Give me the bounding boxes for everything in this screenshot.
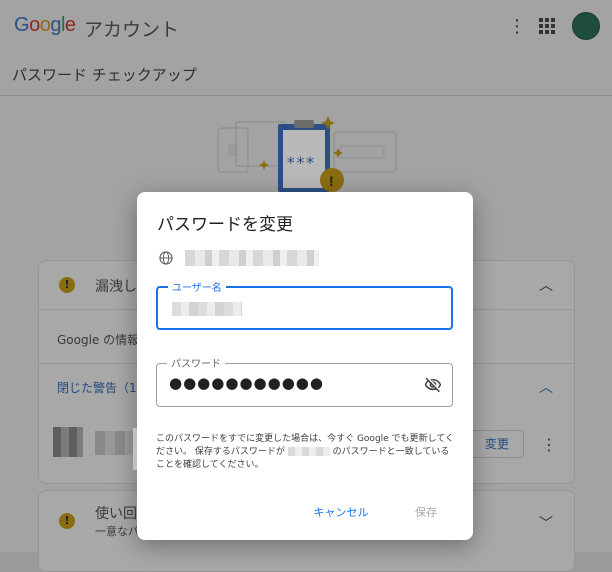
change-password-dialog: パスワードを変更 ユーザー名 パスワード ●●●●●●●●●●● このパスワード… bbox=[137, 192, 473, 540]
password-value: ●●●●●●●●●●● bbox=[169, 374, 324, 392]
redacted-site bbox=[287, 447, 330, 456]
more-vert-icon[interactable]: ⋮ bbox=[508, 16, 526, 38]
svg-text:!: ! bbox=[329, 173, 334, 189]
dialog-title: パスワードを変更 bbox=[157, 215, 293, 235]
cancel-button[interactable]: キャンセル bbox=[306, 502, 376, 524]
more-vert-icon[interactable]: ⋮ bbox=[541, 435, 557, 454]
globe-icon bbox=[159, 251, 173, 265]
save-button[interactable]: 保存 bbox=[403, 502, 449, 524]
apps-grid-icon[interactable] bbox=[539, 18, 555, 34]
username-label: ユーザー名 bbox=[168, 279, 226, 294]
chevron-down-icon[interactable]: ﹀ bbox=[539, 513, 553, 533]
visibility-off-icon[interactable] bbox=[424, 376, 442, 394]
checkup-illustration: *** ! bbox=[217, 116, 397, 192]
avatar[interactable] bbox=[572, 12, 600, 40]
chevron-up-icon[interactable]: ︿ bbox=[539, 275, 553, 295]
google-logo[interactable]: Google bbox=[14, 14, 76, 37]
password-field[interactable]: パスワード ●●●●●●●●●●● bbox=[156, 355, 453, 407]
warning-icon: ! bbox=[59, 513, 75, 529]
account-label: アカウント bbox=[84, 19, 180, 41]
warning-icon: ! bbox=[59, 277, 75, 293]
card-subtitle: 一意なパ bbox=[95, 525, 139, 538]
password-label: パスワード bbox=[167, 355, 225, 370]
username-value bbox=[172, 302, 242, 316]
chevron-up-icon[interactable]: ︿ bbox=[539, 377, 553, 397]
card-title: 使い回 bbox=[95, 506, 137, 522]
top-app-bar: Google アカウント ⋮ bbox=[0, 0, 612, 54]
username-field[interactable]: ユーザー名 bbox=[156, 279, 453, 330]
site-name bbox=[95, 431, 135, 455]
site-url bbox=[185, 250, 319, 266]
password-note: このパスワードをすでに変更した場合は、今すぐ Google でも更新してください… bbox=[156, 433, 456, 472]
page-title: パスワード チェックアップ bbox=[12, 66, 197, 84]
site-favicon bbox=[53, 427, 83, 457]
svg-text:***: *** bbox=[286, 153, 315, 172]
page-header: パスワード チェックアップ bbox=[0, 54, 612, 96]
